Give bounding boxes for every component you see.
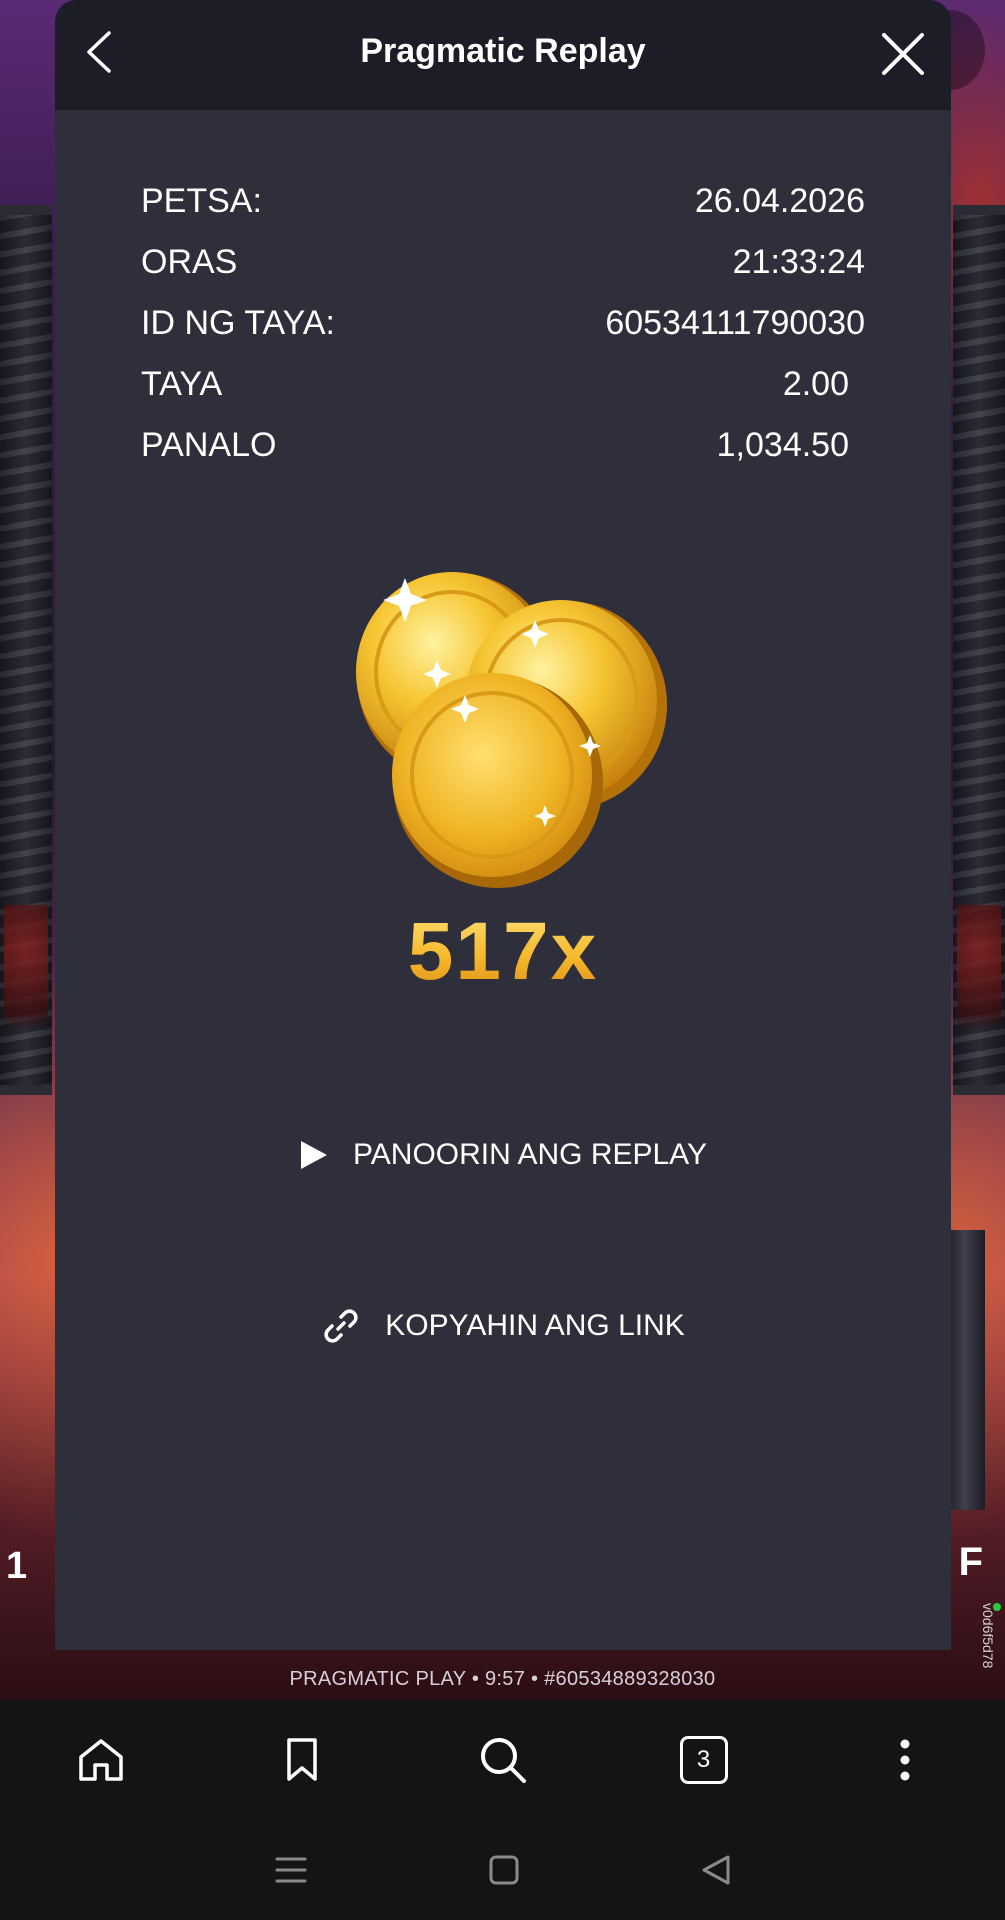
right-lower-pillar xyxy=(945,1230,985,1510)
copy-link-button[interactable]: KOPYAHIN ANG LINK xyxy=(55,1306,951,1346)
more-button[interactable] xyxy=(860,1715,950,1805)
tabs-icon: 3 xyxy=(679,1736,728,1784)
copy-link-label: KOPYAHIN ANG LINK xyxy=(385,1309,685,1342)
game-footer-info: PRAGMATIC PLAY • 9:57 • #60534889328030 xyxy=(289,1668,716,1690)
left-pillar xyxy=(0,205,52,1095)
detail-label: ID NG TAYA: xyxy=(141,304,335,342)
more-icon xyxy=(900,1739,909,1781)
replay-modal: Pragmatic Replay PETSA: 26.04.2026 ORAS … xyxy=(55,0,951,1650)
modal-header: Pragmatic Replay xyxy=(55,0,951,110)
system-navigation xyxy=(0,1820,1005,1920)
browser-toolbar: 3 xyxy=(0,1700,1005,1820)
tabs-button[interactable]: 3 xyxy=(659,1715,749,1805)
detail-row-bet-id: ID NG TAYA: 60534111790030 xyxy=(141,304,865,365)
detail-value: 1,034.50 xyxy=(716,426,849,464)
right-pillar xyxy=(953,205,1005,1095)
play-icon xyxy=(301,1141,327,1169)
detail-label: PETSA: xyxy=(141,182,262,220)
home-button[interactable] xyxy=(56,1715,146,1805)
bookmark-icon xyxy=(286,1738,317,1781)
watch-replay-label: PANOORIN ANG REPLAY xyxy=(353,1138,707,1171)
watch-replay-button[interactable]: PANOORIN ANG REPLAY xyxy=(55,1138,951,1172)
home-icon xyxy=(78,1739,123,1781)
detail-value: 21:33:24 xyxy=(732,243,865,281)
version-tag: v0d6f5d78 xyxy=(980,1603,996,1669)
game-right-glyph: F xyxy=(958,1540,983,1584)
bet-details: PETSA: 26.04.2026 ORAS 21:33:24 ID NG TA… xyxy=(141,182,865,487)
detail-row-win: PANALO 1,034.50 xyxy=(141,426,865,487)
close-icon xyxy=(882,33,924,75)
close-button[interactable] xyxy=(875,26,931,82)
detail-value: 2.00 xyxy=(782,365,849,403)
home-nav-icon[interactable] xyxy=(488,1854,520,1886)
detail-label: PANALO xyxy=(141,426,277,464)
detail-label: ORAS xyxy=(141,243,238,281)
back-nav-icon[interactable] xyxy=(700,1854,732,1886)
detail-label: TAYA xyxy=(141,365,223,403)
gold-coins-icon xyxy=(356,572,667,888)
bookmark-button[interactable] xyxy=(257,1715,347,1805)
win-multiplier: 517x xyxy=(55,905,951,999)
recent-apps-icon[interactable] xyxy=(274,1854,308,1886)
modal-title: Pragmatic Replay xyxy=(360,32,646,70)
detail-row-time: ORAS 21:33:24 xyxy=(141,243,865,304)
detail-value: 60534111790030 xyxy=(605,304,865,342)
link-icon xyxy=(324,1309,358,1343)
detail-row-bet: TAYA 2.00 xyxy=(141,365,865,426)
detail-row-date: PETSA: 26.04.2026 xyxy=(141,182,865,243)
detail-value: 26.04.2026 xyxy=(694,182,865,220)
search-button[interactable] xyxy=(458,1715,548,1805)
game-left-glyph: 1 xyxy=(6,1545,28,1587)
search-icon xyxy=(480,1738,526,1783)
